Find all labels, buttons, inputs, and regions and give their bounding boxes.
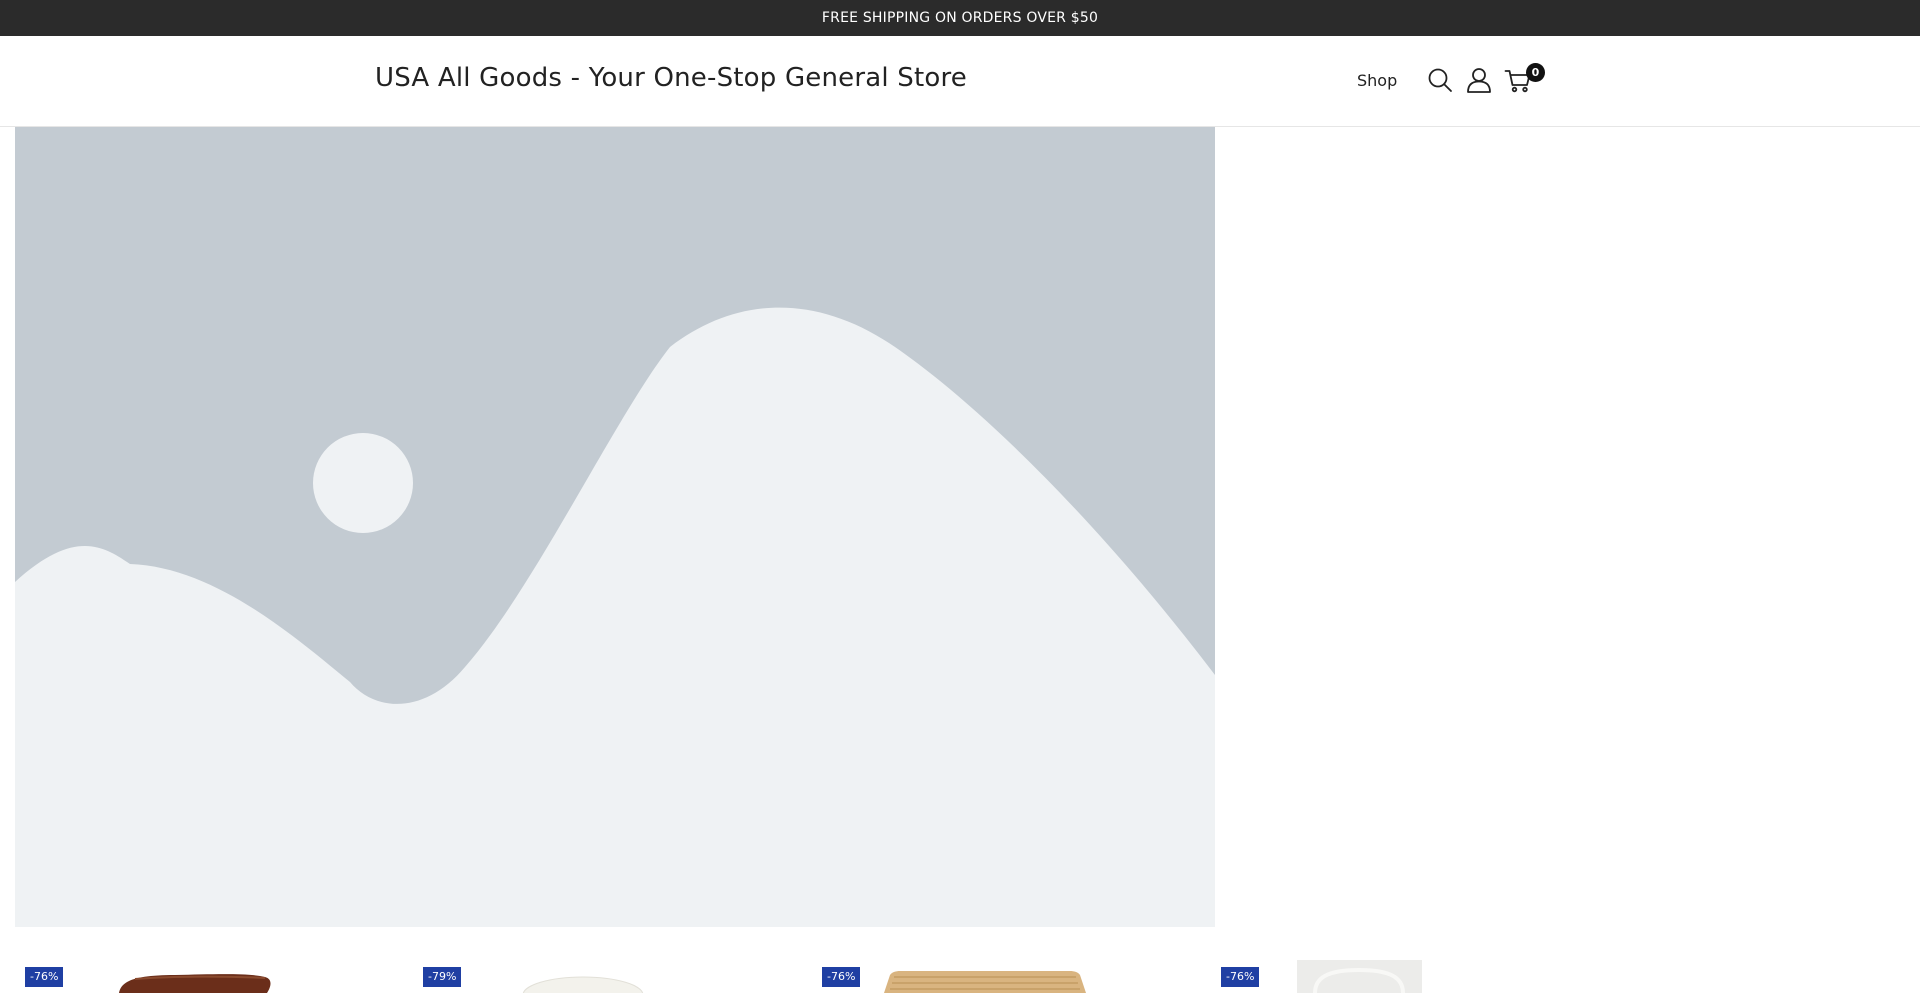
discount-badge: -76% (822, 967, 861, 987)
product-card[interactable]: -76% (1211, 955, 1591, 993)
site-header: USA All Goods - Your One-Stop General St… (0, 36, 1920, 127)
search-icon[interactable] (1426, 66, 1454, 94)
announcement-bar: FREE SHIPPING ON ORDERS OVER $50 (0, 0, 1920, 36)
product-card[interactable]: -76% (15, 955, 395, 993)
product-card[interactable]: -76% (812, 955, 1192, 993)
white-tray-image (1297, 960, 1422, 993)
user-icon[interactable] (1465, 66, 1493, 94)
placeholder-sun (313, 433, 413, 533)
nav-shop-link[interactable]: Shop (1357, 71, 1397, 90)
woven-basket-image (884, 971, 1086, 993)
hero-image-placeholder (15, 127, 1215, 927)
announcement-text: FREE SHIPPING ON ORDERS OVER $50 (821, 10, 1099, 26)
discount-badge: -76% (25, 967, 64, 987)
white-round-item-image (522, 976, 644, 993)
product-card[interactable]: -79% (413, 955, 793, 993)
discount-badge: -79% (423, 967, 462, 987)
site-title-link[interactable]: USA All Goods - Your One-Stop General St… (375, 63, 967, 93)
product-grid: -76% -79% -76% -76% (0, 955, 1920, 993)
cart-count-badge: 0 (1526, 63, 1545, 82)
brown-wooden-board-image (119, 974, 271, 993)
discount-badge: -76% (1221, 967, 1260, 987)
